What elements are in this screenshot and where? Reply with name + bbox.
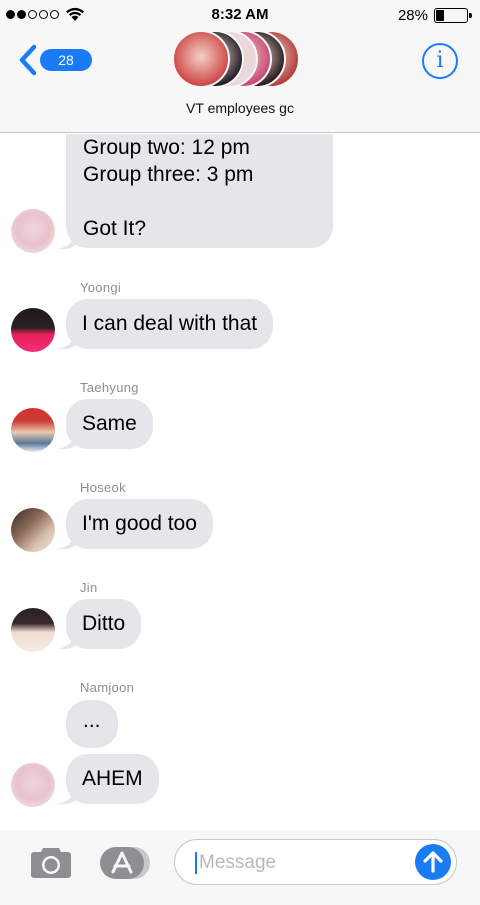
jin-avatar[interactable] bbox=[11, 608, 55, 652]
message-text: AHEM bbox=[82, 767, 143, 790]
battery-percentage: 28% bbox=[397, 7, 428, 24]
hoseok-avatar[interactable] bbox=[11, 508, 55, 552]
unread-count-badge: 28 bbox=[40, 49, 92, 71]
message-bubble[interactable]: Ditto bbox=[66, 599, 142, 649]
message-line: Got It? bbox=[83, 217, 147, 240]
bubble-tail bbox=[57, 230, 77, 250]
message-bubble[interactable]: Group two: 12 pm Group three: 3 pm Got I… bbox=[66, 134, 333, 248]
text-cursor bbox=[195, 852, 197, 874]
message-line bbox=[83, 188, 316, 215]
message-line: Group three: 3 pm bbox=[83, 163, 254, 186]
bubble-tail bbox=[57, 785, 77, 805]
message-input[interactable]: Message bbox=[174, 839, 457, 885]
back-button[interactable]: 28 bbox=[18, 44, 92, 80]
taehyung-avatar[interactable] bbox=[11, 408, 55, 452]
camera-icon[interactable] bbox=[30, 845, 72, 879]
namjoon-avatar[interactable] bbox=[11, 209, 55, 253]
conversation-header: 28 VT employees gc i bbox=[0, 30, 480, 133]
message-bubble[interactable]: I can deal with that bbox=[66, 299, 274, 349]
message-text: Same bbox=[82, 412, 137, 435]
bubble-tail bbox=[57, 530, 77, 550]
bubble-tail bbox=[57, 330, 77, 350]
message-text: ... bbox=[83, 709, 101, 732]
sender-name: Jin bbox=[80, 580, 98, 595]
sender-name: Yoongi bbox=[80, 280, 122, 295]
message-bubble[interactable]: AHEM bbox=[66, 754, 159, 804]
message-text: I can deal with that bbox=[82, 312, 258, 335]
yoongi-avatar[interactable] bbox=[11, 308, 55, 352]
group-member-avatar bbox=[172, 30, 230, 88]
battery-icon bbox=[434, 8, 472, 23]
message-bubble[interactable]: I'm good too bbox=[66, 499, 213, 549]
sender-name: Namjoon bbox=[80, 680, 135, 695]
sender-name: Hoseok bbox=[80, 480, 126, 495]
status-bar: 8:32 AM 28% bbox=[0, 0, 480, 30]
info-button[interactable]: i bbox=[422, 43, 458, 79]
message-text: I'm good too bbox=[82, 512, 197, 535]
arrow-up-icon bbox=[423, 851, 443, 873]
bubble-tail bbox=[57, 630, 77, 650]
namjoon-avatar[interactable] bbox=[11, 763, 55, 807]
message-line: Group two: 12 pm bbox=[83, 136, 250, 159]
group-name[interactable]: VT employees gc bbox=[0, 100, 480, 116]
message-bubble[interactable]: ... bbox=[66, 700, 118, 748]
send-button[interactable] bbox=[415, 844, 451, 880]
chevron-left-icon bbox=[19, 44, 37, 76]
sender-name: Taehyung bbox=[80, 380, 139, 395]
info-icon: i bbox=[436, 48, 444, 73]
battery-fill bbox=[436, 10, 444, 21]
message-text: Ditto bbox=[82, 612, 126, 635]
group-avatar-stack[interactable] bbox=[172, 30, 312, 90]
compose-bar: Message bbox=[0, 830, 480, 905]
message-list[interactable]: Group two: 12 pm Group three: 3 pm Got I… bbox=[0, 134, 480, 830]
message-bubble[interactable]: Same bbox=[66, 399, 153, 449]
message-placeholder: Message bbox=[199, 852, 277, 873]
bubble-tail bbox=[57, 430, 77, 450]
app-store-icon[interactable] bbox=[100, 847, 150, 879]
